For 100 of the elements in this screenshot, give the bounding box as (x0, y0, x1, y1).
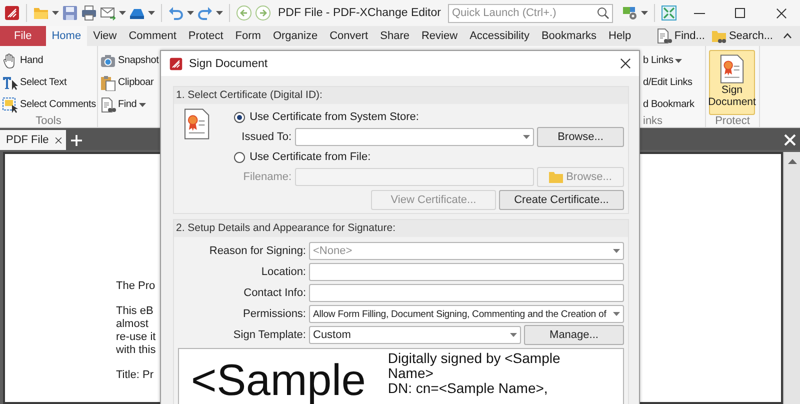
maximize-icon[interactable] (735, 8, 745, 18)
field-label: Issued To: (242, 131, 292, 143)
ribbon-item[interactable]: Clipboar (98, 72, 154, 93)
tool-label[interactable]: b Links (643, 55, 674, 66)
close-icon[interactable] (776, 8, 786, 18)
ribbon-item[interactable]: d/Edit Links (643, 72, 692, 93)
field-label: Contact Info: (244, 287, 306, 299)
ribbon-item[interactable]: d Bookmark (643, 94, 694, 115)
field-label: Sign Template: (233, 329, 306, 341)
email-icon[interactable] (100, 5, 116, 21)
save-icon[interactable] (62, 5, 78, 21)
ribbon-tab[interactable]: View (87, 26, 123, 46)
radio-button[interactable] (234, 152, 245, 162)
fullscreen-icon[interactable] (661, 5, 677, 21)
certificate-button[interactable]: Create Certificate... (499, 190, 624, 210)
caret-icon (52, 11, 59, 15)
ribbon-item[interactable]: b Links (643, 50, 682, 71)
preview-text: DN: cn=<Sample Name>, (388, 381, 548, 396)
radio-button[interactable] (234, 112, 245, 122)
ribbon-item[interactable]: Hand (0, 50, 44, 71)
ribbon-tab[interactable]: Share (374, 26, 416, 46)
folder-search-icon[interactable] (710, 28, 727, 44)
page-text: This eB (116, 305, 154, 318)
ribbon-tab[interactable]: Protect (182, 26, 230, 46)
ribbon-tab[interactable]: Bookmarks (535, 26, 602, 46)
ribbon-item[interactable]: Select Text (0, 72, 67, 93)
dropdown-field[interactable] (294, 128, 534, 146)
browse-button[interactable]: Browse... (537, 127, 624, 147)
file-menu-button[interactable]: File (0, 26, 46, 46)
input-field[interactable] (309, 284, 624, 302)
section-heading: 2. Setup Details and Appearance for Signature: (174, 220, 628, 237)
scroll-up-icon[interactable] (788, 158, 796, 164)
redo-icon[interactable] (197, 5, 213, 21)
preview-text: Digitally signed by <Sample (388, 351, 560, 366)
ribbon-item[interactable]: Select Comments (0, 94, 96, 115)
printer-icon[interactable] (81, 5, 97, 21)
group-label: inks (643, 115, 663, 127)
ribbon-tab[interactable]: Convert (324, 26, 374, 46)
caret-icon (613, 249, 620, 253)
ribbon-tab[interactable]: Form (229, 26, 267, 46)
certificate-icon (720, 54, 744, 84)
camera-icon[interactable] (100, 52, 116, 68)
dropdown-field[interactable]: Custom (309, 326, 521, 344)
ribbon-tab[interactable]: Accessibility (464, 26, 536, 46)
close-icon[interactable] (620, 58, 631, 69)
page-text: Title: Pr (116, 369, 154, 382)
input-field[interactable] (294, 168, 534, 186)
ribbon-tab[interactable]: Comment (122, 26, 182, 46)
sign-document-button[interactable]: Sign Document (709, 50, 755, 115)
page-text: The Pro (116, 280, 156, 293)
tool-label[interactable]: d/Edit Links (643, 77, 692, 88)
tool-label[interactable]: Find (118, 99, 137, 110)
app-logo-icon[interactable] (4, 5, 20, 21)
preview-text: Name> (388, 366, 434, 381)
minimize-icon[interactable] (694, 12, 704, 14)
ribbon-tab[interactable]: Home (46, 26, 88, 46)
ribbon-tab[interactable]: Review (415, 26, 464, 46)
find-icon[interactable] (656, 28, 672, 44)
group-label: Tools (36, 115, 62, 127)
app-logo-icon[interactable] (169, 56, 183, 70)
comment-select-icon[interactable] (2, 96, 18, 112)
manage-button[interactable]: Manage... (524, 325, 624, 345)
dropdown-field[interactable]: Allow Form Filling, Document Signing, Commenting and the Creation of (309, 305, 624, 323)
tool-label[interactable]: Snapshot (118, 55, 159, 66)
find-button[interactable]: Find... (674, 30, 705, 42)
tool-label[interactable]: Select Comments (20, 99, 96, 110)
tool-label[interactable]: Hand (20, 55, 44, 66)
caret-icon (523, 135, 530, 139)
find-icon[interactable] (100, 96, 116, 112)
input-field[interactable] (309, 263, 624, 281)
ribbon-item[interactable]: Find (98, 94, 146, 115)
settings-icon[interactable] (622, 5, 638, 21)
caret-icon (675, 58, 682, 62)
tool-label[interactable]: d Bookmark (643, 99, 694, 110)
ribbon-tab[interactable]: Help (602, 26, 638, 46)
radio-label[interactable]: Use Certificate from System Store: (250, 111, 419, 123)
window-title: PDF File - PDF-XChange Editor (277, 7, 442, 19)
scrollbar[interactable] (783, 152, 800, 404)
document-tab[interactable]: PDF File (0, 130, 66, 150)
tool-label[interactable]: Select Text (20, 77, 67, 88)
dialog-title: Sign Document (189, 58, 269, 70)
clipboard-icon[interactable] (100, 74, 116, 90)
quick-launch-field[interactable]: Quick Launch (Ctrl+.) (448, 4, 613, 22)
field-label: Permissions: (243, 308, 306, 320)
tool-label[interactable]: Clipboar (118, 77, 154, 88)
page-text: almost (116, 318, 148, 331)
close-document-icon[interactable] (784, 134, 796, 146)
text-select-icon[interactable] (2, 74, 18, 90)
field-label: Reason for Signing: (209, 245, 306, 257)
caret-icon (216, 11, 223, 15)
undo-icon[interactable] (168, 5, 184, 21)
radio-label[interactable]: Use Certificate from File: (250, 151, 371, 163)
search-icon[interactable] (597, 7, 609, 19)
search-button[interactable]: Search... (728, 30, 773, 42)
collapse-ribbon-icon[interactable] (783, 33, 792, 39)
tab-close-icon[interactable] (54, 136, 62, 144)
folder-icon (549, 171, 564, 183)
ribbon-tab[interactable]: Organize (266, 26, 324, 46)
ribbon-item[interactable]: Snapshot (98, 50, 159, 71)
new-tab-icon[interactable] (70, 135, 82, 146)
